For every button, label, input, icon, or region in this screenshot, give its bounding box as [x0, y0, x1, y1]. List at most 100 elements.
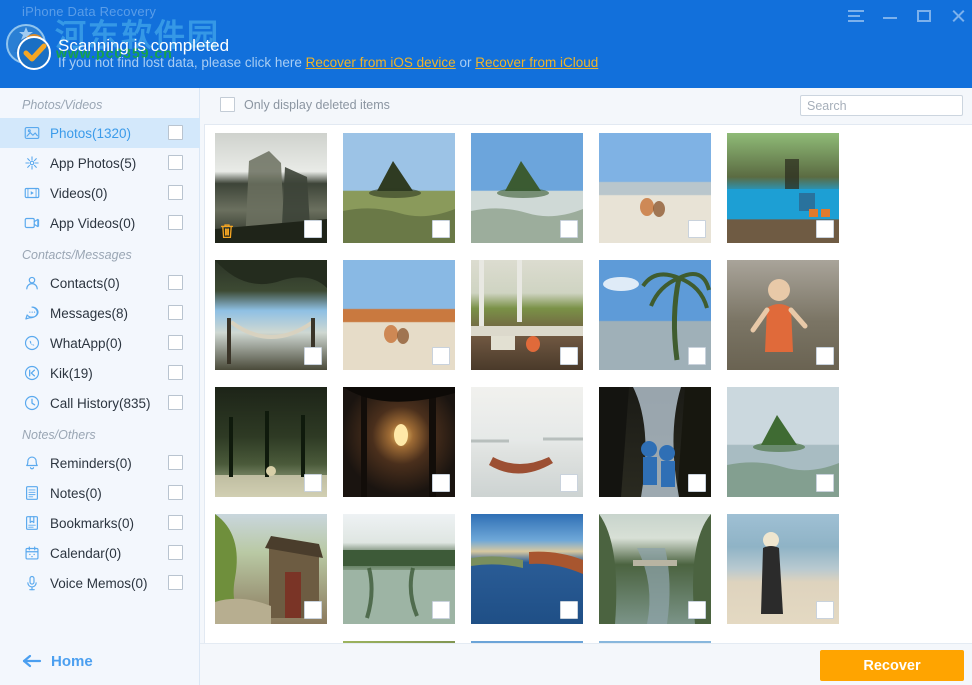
hint-prefix-text: If you not find lost data, please click …	[58, 55, 306, 70]
photo-thumbnail[interactable]	[343, 387, 455, 497]
sidebar-item-voice-memos[interactable]: Voice Memos(0)	[0, 568, 200, 598]
sidebar-item-label: Notes(0)	[50, 485, 102, 501]
sidebar-item-checkbox[interactable]	[168, 335, 183, 350]
sidebar-item-checkbox[interactable]	[168, 455, 183, 470]
only-deleted-items-checkbox[interactable]	[220, 97, 235, 112]
contact-icon	[22, 273, 42, 293]
sidebar-item-kik[interactable]: Kik(19)	[0, 358, 200, 388]
sidebar-item-contacts[interactable]: Contacts(0)	[0, 268, 200, 298]
photo-thumbnail[interactable]	[471, 260, 583, 370]
menu-icon[interactable]	[848, 8, 866, 24]
photo-checkbox[interactable]	[432, 220, 450, 238]
sidebar-item-label: App Videos(0)	[50, 215, 136, 231]
photo-checkbox[interactable]	[688, 220, 706, 238]
call-history-icon	[22, 393, 42, 413]
sidebar-item-videos[interactable]: Videos(0)	[0, 178, 200, 208]
sidebar-item-label: Videos(0)	[50, 185, 108, 201]
calendar-icon	[22, 543, 42, 563]
photo-thumbnail[interactable]	[471, 133, 583, 243]
sidebar-item-whatapp[interactable]: WhatApp(0)	[0, 328, 200, 358]
photo-checkbox[interactable]	[432, 601, 450, 619]
sidebar-item-photos[interactable]: Photos(1320)	[0, 118, 200, 148]
sidebar-item-call-history[interactable]: Call History(835)	[0, 388, 200, 418]
photo-thumbnail[interactable]	[727, 387, 839, 497]
photo-checkbox[interactable]	[432, 474, 450, 492]
photo-checkbox[interactable]	[560, 474, 578, 492]
photo-thumbnail[interactable]	[215, 514, 327, 624]
sidebar-item-checkbox[interactable]	[168, 215, 183, 230]
reminder-icon	[22, 453, 42, 473]
app-photo-icon	[22, 153, 42, 173]
sidebar-item-calendar[interactable]: Calendar(0)	[0, 538, 200, 568]
sidebar-item-app-photos[interactable]: App Photos(5)	[0, 148, 200, 178]
sidebar-item-checkbox[interactable]	[168, 365, 183, 380]
bookmark-icon	[22, 513, 42, 533]
close-icon[interactable]	[950, 8, 968, 24]
photo-checkbox[interactable]	[304, 347, 322, 365]
window-controls	[848, 8, 968, 24]
minimize-icon[interactable]	[882, 8, 900, 24]
photo-thumbnail[interactable]	[727, 260, 839, 370]
photo-checkbox[interactable]	[688, 601, 706, 619]
search-input[interactable]	[800, 95, 963, 116]
photo-checkbox[interactable]	[816, 220, 834, 238]
photo-thumbnail[interactable]	[343, 133, 455, 243]
photo-checkbox[interactable]	[304, 220, 322, 238]
photo-checkbox[interactable]	[304, 601, 322, 619]
deleted-item-trash-icon	[220, 223, 234, 239]
sidebar-item-checkbox[interactable]	[168, 185, 183, 200]
photo-thumbnail[interactable]	[599, 514, 711, 624]
sidebar-item-bookmarks[interactable]: Bookmarks(0)	[0, 508, 200, 538]
sidebar-item-checkbox[interactable]	[168, 305, 183, 320]
photo-checkbox[interactable]	[688, 474, 706, 492]
recover-from-ios-device-link[interactable]: Recover from iOS device	[306, 55, 456, 70]
maximize-icon[interactable]	[916, 8, 934, 24]
sidebar-item-app-videos[interactable]: App Videos(0)	[0, 208, 200, 238]
recover-from-icloud-link[interactable]: Recover from iCloud	[475, 55, 598, 70]
photo-checkbox[interactable]	[816, 474, 834, 492]
photo-thumbnail[interactable]	[471, 514, 583, 624]
app-video-icon	[22, 213, 42, 233]
sidebar-item-label: WhatApp(0)	[50, 335, 123, 351]
photo-thumbnail[interactable]	[215, 387, 327, 497]
photo-checkbox[interactable]	[816, 347, 834, 365]
photo-checkbox[interactable]	[560, 220, 578, 238]
photo-checkbox[interactable]	[816, 601, 834, 619]
sidebar-item-notes[interactable]: Notes(0)	[0, 478, 200, 508]
photo-checkbox[interactable]	[688, 347, 706, 365]
sidebar-item-checkbox[interactable]	[168, 155, 183, 170]
sidebar-item-checkbox[interactable]	[168, 515, 183, 530]
voice-memo-icon	[22, 573, 42, 593]
photo-checkbox[interactable]	[432, 347, 450, 365]
sidebar-item-checkbox[interactable]	[168, 125, 183, 140]
whatsapp-icon	[22, 333, 42, 353]
photo-thumbnail[interactable]	[343, 260, 455, 370]
sidebar-item-messages[interactable]: Messages(8)	[0, 298, 200, 328]
photo-thumbnail[interactable]	[727, 133, 839, 243]
photo-thumbnail[interactable]	[215, 133, 327, 243]
sidebar-item-label: Photos(1320)	[50, 125, 132, 141]
home-button[interactable]: Home	[0, 637, 199, 685]
only-deleted-items-toggle[interactable]: Only display deleted items	[220, 97, 390, 112]
photo-checkbox[interactable]	[304, 474, 322, 492]
sidebar-item-checkbox[interactable]	[168, 545, 183, 560]
photo-thumbnail[interactable]	[727, 514, 839, 624]
sidebar-item-checkbox[interactable]	[168, 575, 183, 590]
photo-thumbnail[interactable]	[471, 387, 583, 497]
sidebar-item-label: Call History(835)	[50, 395, 151, 411]
sidebar-item-checkbox[interactable]	[168, 395, 183, 410]
photo-thumbnail[interactable]	[343, 514, 455, 624]
photo-thumbnail[interactable]	[215, 260, 327, 370]
sidebar-item-label: Messages(8)	[50, 305, 129, 321]
sidebar-item-checkbox[interactable]	[168, 485, 183, 500]
sidebar-item-label: App Photos(5)	[50, 155, 137, 171]
photo-thumbnail[interactable]	[599, 387, 711, 497]
sidebar-item-reminders[interactable]: Reminders(0)	[0, 448, 200, 478]
sidebar-item-checkbox[interactable]	[168, 275, 183, 290]
photo-checkbox[interactable]	[560, 601, 578, 619]
sidebar-item-label: Bookmarks(0)	[50, 515, 135, 531]
photo-thumbnail[interactable]	[599, 260, 711, 370]
photo-checkbox[interactable]	[560, 347, 578, 365]
photo-thumbnail[interactable]	[599, 133, 711, 243]
recover-button[interactable]: Recover	[820, 650, 964, 681]
